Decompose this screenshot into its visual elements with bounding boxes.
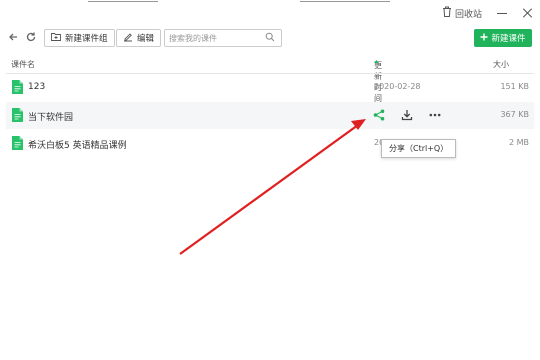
back-arrow-icon[interactable] xyxy=(6,31,20,45)
row-actions xyxy=(372,108,442,122)
search-icon[interactable] xyxy=(265,32,275,45)
file-date: 2020-02-28 xyxy=(374,82,421,91)
edit-icon xyxy=(123,32,133,45)
column-size-header[interactable]: 大小 xyxy=(493,59,509,70)
column-name-header[interactable]: 课件名 xyxy=(11,59,35,70)
close-button[interactable] xyxy=(522,7,534,19)
search-box xyxy=(164,29,282,47)
share-tooltip: 分享（Ctrl+Q） xyxy=(381,139,457,158)
column-header: 课件名 更新时间 大小 xyxy=(0,58,540,103)
window-controls: 回收站 xyxy=(442,4,534,22)
file-size: 367 KB xyxy=(500,110,529,119)
recycle-bin-label: 回收站 xyxy=(454,9,482,20)
title-fragment xyxy=(300,0,390,2)
file-size: 151 KB xyxy=(500,82,529,91)
file-name: 希沃白板5 英语精品课例 xyxy=(28,141,127,151)
minimize-button[interactable] xyxy=(496,7,508,19)
download-icon[interactable] xyxy=(400,108,414,122)
document-icon xyxy=(12,80,23,94)
title-fragment xyxy=(88,0,158,2)
new-courseware-label: 新建课件 xyxy=(491,34,526,44)
document-icon xyxy=(12,136,23,150)
trash-icon xyxy=(442,6,452,20)
more-icon[interactable] xyxy=(428,108,442,122)
share-icon[interactable] xyxy=(372,108,386,122)
edit-label: 编辑 xyxy=(137,34,155,44)
new-courseware-button[interactable]: 新建课件 xyxy=(474,29,532,47)
sort-icon xyxy=(374,60,379,70)
new-group-button[interactable]: 新建课件组 xyxy=(44,29,115,47)
file-row[interactable]: 123 2020-02-28 151 KB xyxy=(6,74,534,101)
folder-plus-icon xyxy=(51,32,61,44)
recycle-bin-button[interactable]: 回收站 xyxy=(442,6,482,20)
file-name: 123 xyxy=(28,82,46,92)
annotation-arrow xyxy=(179,119,366,255)
refresh-icon[interactable] xyxy=(24,31,38,45)
file-size: 2 MB xyxy=(508,138,529,147)
edit-button[interactable]: 编辑 xyxy=(116,29,162,47)
document-icon xyxy=(12,108,23,122)
search-input[interactable] xyxy=(169,33,265,43)
new-group-label: 新建课件组 xyxy=(65,34,108,44)
file-row[interactable]: 当下软件园 367 KB xyxy=(6,102,534,129)
toolbar: 新建课件组 编辑 新建课件 xyxy=(0,27,540,49)
plus-icon xyxy=(480,33,488,44)
file-name: 当下软件园 xyxy=(28,113,74,123)
